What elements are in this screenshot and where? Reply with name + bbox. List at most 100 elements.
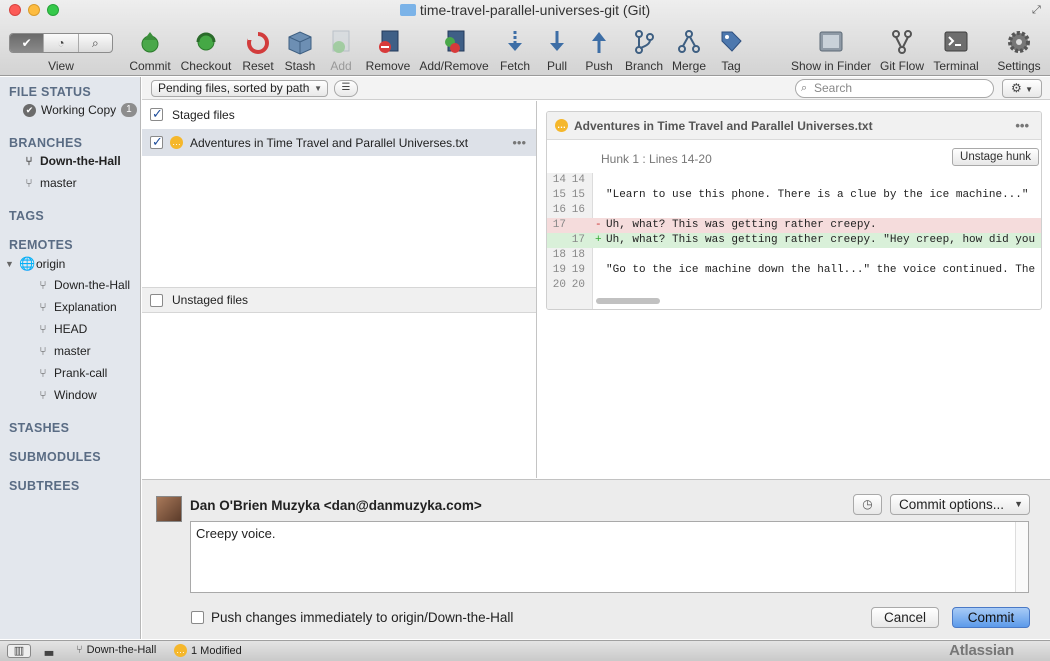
git-flow-toolbar-button[interactable]: Git Flow: [879, 28, 925, 74]
commit-panel: Dan O'Brien Muzyka <dan@danmuzyka.com> ◷…: [142, 479, 1050, 639]
remotes-header: REMOTES: [9, 238, 73, 252]
submodules-header[interactable]: SUBMODULES: [9, 450, 101, 464]
add-remove-toolbar-button[interactable]: Add/Remove: [419, 28, 489, 74]
tag-toolbar-button[interactable]: Tag: [716, 28, 746, 74]
tag-icon: [717, 28, 745, 56]
sidebar-item-remote-branch[interactable]: ⑂ master: [37, 344, 90, 358]
file-status-view-icon[interactable]: ✔: [10, 34, 45, 52]
pull-toolbar-button[interactable]: Pull: [542, 28, 572, 74]
checkmark-icon: ✔: [23, 103, 36, 117]
sidebar-item-remote-branch[interactable]: ⑂ Explanation: [37, 300, 116, 314]
git-flow-icon: [888, 28, 916, 56]
stash-toolbar-button[interactable]: Stash: [283, 28, 317, 74]
toolbar: time-travel-parallel-universes-git (Git)…: [0, 0, 1050, 76]
atlassian-logo: Atlassian: [949, 642, 1014, 659]
file-row[interactable]: … Adventures in Time Travel and Parallel…: [142, 129, 536, 156]
clock-icon: ◷: [862, 497, 873, 511]
sidebar-item-branch-down-the-hall[interactable]: ⑂ Down-the-Hall: [23, 154, 120, 168]
fetch-toolbar-button[interactable]: Fetch: [498, 28, 532, 74]
message-scrollbar[interactable]: [1015, 522, 1028, 592]
checkout-icon: [192, 28, 220, 56]
disclosure-triangle-icon[interactable]: ▼: [5, 259, 14, 269]
subtrees-header[interactable]: SUBTREES: [9, 479, 79, 493]
commit-history-button[interactable]: ◷: [853, 494, 882, 515]
search-field[interactable]: ⌕ Search: [795, 79, 994, 98]
branch-icon: ⑂: [39, 322, 47, 336]
push-toolbar-button[interactable]: Push: [583, 28, 615, 74]
staged-files-checkbox[interactable]: [150, 106, 163, 122]
scrollbar-thumb[interactable]: [596, 298, 660, 304]
branch-icon: ⑂: [39, 388, 47, 402]
sort-popup[interactable]: Pending files, sorted by path ▼: [151, 80, 328, 97]
commit-message-field[interactable]: Creepy voice.: [190, 521, 1029, 593]
commit-options-dropdown[interactable]: Commit options... ▼: [890, 494, 1030, 515]
remove-icon: [374, 28, 402, 56]
modified-icon: …: [555, 119, 568, 132]
stashes-header[interactable]: STASHES: [9, 421, 69, 435]
branch-icon: ⑂: [25, 176, 33, 190]
chevron-down-icon: ▼: [1014, 499, 1023, 509]
status-bar: ▥ ▃ ⑂ Down-the-Hall … 1 Modified Atlassian: [0, 640, 1050, 661]
unstage-hunk-button[interactable]: Unstage hunk: [952, 148, 1039, 166]
reset-icon: [244, 28, 272, 56]
tags-header[interactable]: TAGS: [9, 209, 44, 223]
history-view-icon[interactable]: ◔: [44, 34, 79, 52]
view-label: View: [48, 59, 74, 73]
branch-toolbar-button[interactable]: Branch: [624, 28, 664, 74]
search-view-icon[interactable]: ⌕: [79, 34, 112, 52]
chevron-down-icon: ▼: [1025, 85, 1034, 94]
branch-icon: [630, 28, 658, 56]
show-in-finder-toolbar-button[interactable]: Show in Finder: [790, 28, 872, 74]
stash-icon: [286, 28, 314, 56]
remove-toolbar-button[interactable]: Remove: [366, 28, 410, 74]
terminal-toolbar-button[interactable]: Terminal: [932, 28, 980, 74]
finder-icon: [817, 28, 845, 56]
sidebar: FILE STATUS ✔ Working Copy 1 BRANCHES ⑂ D…: [0, 77, 141, 639]
checkout-toolbar-button[interactable]: Checkout: [180, 28, 232, 74]
commit-toolbar-button[interactable]: Commit: [129, 28, 171, 74]
unstaged-files-checkbox[interactable]: [150, 293, 163, 307]
add-toolbar-button[interactable]: Add: [326, 28, 356, 74]
reset-toolbar-button[interactable]: Reset: [240, 28, 276, 74]
push-immediately-option[interactable]: Push changes immediately to origin/Down-…: [191, 610, 513, 625]
view-segmented-control[interactable]: ✔ ◔ ⌕: [9, 33, 113, 53]
merge-icon: [675, 28, 703, 56]
toggle-sidebar-icon[interactable]: ▥: [7, 644, 31, 658]
sidebar-item-remote-branch[interactable]: ⑂ Window: [37, 388, 96, 402]
diff-line: 18 18: [552, 249, 585, 261]
sidebar-item-working-copy[interactable]: ✔ Working Copy 1: [23, 103, 137, 117]
file-status-header: FILE STATUS: [9, 85, 91, 99]
modified-icon: …: [174, 644, 187, 657]
commit-button[interactable]: Commit: [952, 607, 1030, 628]
sidebar-item-remote-origin[interactable]: ▼ 🌐 origin: [5, 256, 65, 272]
horizontal-scrollbar[interactable]: [594, 296, 1041, 306]
file-checkbox[interactable]: [150, 134, 163, 150]
list-view-icon[interactable]: ☰: [334, 80, 358, 97]
branch-icon: ⑂: [39, 300, 47, 314]
more-options-icon[interactable]: •••: [1015, 118, 1029, 133]
modified-count-status: … 1 Modified: [174, 644, 242, 657]
toggle-commit-panel-icon[interactable]: ▃: [42, 644, 56, 658]
sidebar-item-branch-master[interactable]: ⑂ master: [23, 176, 76, 190]
sidebar-item-remote-branch[interactable]: ⑂ HEAD: [37, 322, 87, 336]
file-list-pane: Staged files … Adventures in Time Travel…: [142, 101, 537, 478]
push-icon: [585, 28, 613, 56]
cancel-button[interactable]: Cancel: [871, 607, 939, 628]
merge-toolbar-button[interactable]: Merge: [670, 28, 708, 74]
actions-gear-button[interactable]: ⚙ ▼: [1002, 79, 1042, 98]
add-icon: [327, 28, 355, 56]
sidebar-item-remote-branch[interactable]: ⑂ Prank-call: [37, 366, 107, 380]
more-options-icon[interactable]: •••: [512, 135, 526, 150]
fetch-icon: [501, 28, 529, 56]
unstaged-files-header: Unstaged files: [142, 287, 536, 313]
gear-icon: [1005, 28, 1033, 56]
push-immediately-checkbox[interactable]: [191, 611, 204, 624]
gear-icon: ⚙: [1010, 81, 1022, 95]
folder-icon: [399, 4, 416, 16]
chevron-down-icon: ▼: [314, 84, 322, 93]
search-icon: ⌕: [801, 82, 808, 94]
sidebar-item-remote-branch[interactable]: ⑂ Down-the-Hall: [37, 278, 130, 292]
settings-toolbar-button[interactable]: Settings: [996, 28, 1042, 74]
fullscreen-icon[interactable]: ⤢: [1032, 4, 1044, 16]
hunk-header: Hunk 1 : Lines 14-20 Unstage hunk: [547, 141, 1041, 173]
